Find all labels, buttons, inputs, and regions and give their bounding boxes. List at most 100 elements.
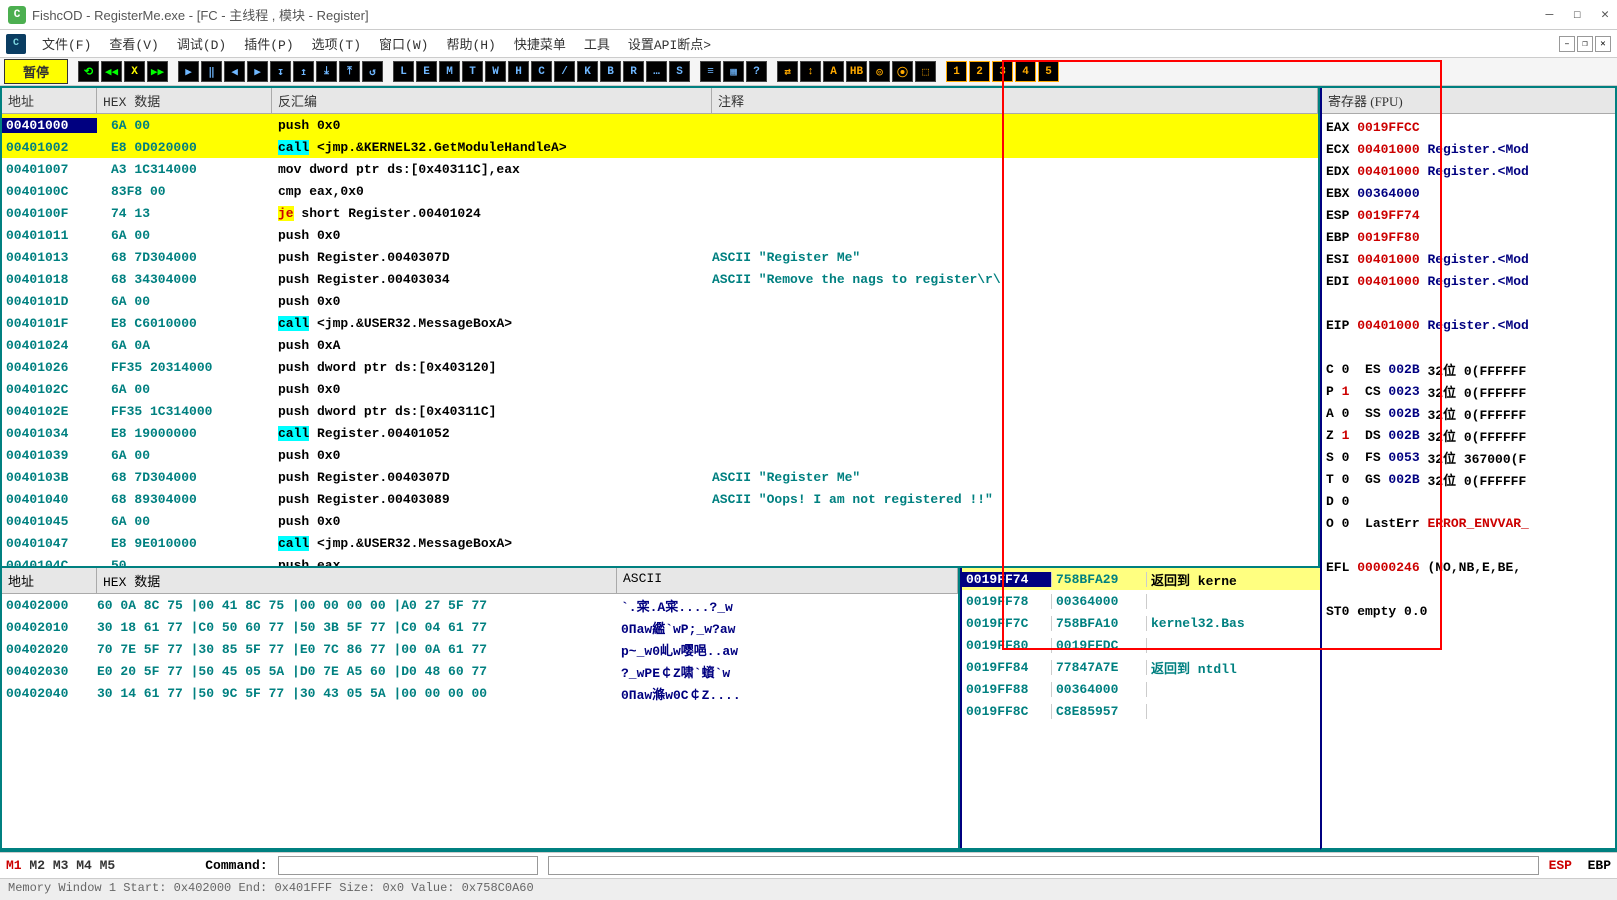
toolbar-button[interactable]: H xyxy=(508,61,529,82)
toolbar-button[interactable]: B xyxy=(600,61,621,82)
memory-tab[interactable]: M4 xyxy=(76,858,99,873)
toolbar-button[interactable]: ⤓ xyxy=(316,61,337,82)
toolbar-button[interactable]: ▶ xyxy=(178,61,199,82)
toolbar-button[interactable]: W xyxy=(485,61,506,82)
disasm-row[interactable]: 00401007A3 1C314000mov dword ptr ds:[0x4… xyxy=(2,158,1318,180)
register-line[interactable]: ECX 00401000 Register.<Mod xyxy=(1326,138,1611,160)
menu-item[interactable]: 选项(T) xyxy=(304,32,369,55)
toolbar-button[interactable]: HB xyxy=(846,61,867,82)
dump-row[interactable]: 0040204030 14 61 77 |50 9C 5F 77 |30 43 … xyxy=(2,682,958,704)
register-line[interactable]: ST0 empty 0.0 xyxy=(1326,600,1611,622)
stack-pane[interactable]: 0019FF74758BFA29返回到 kerne0019FF780036400… xyxy=(960,568,1320,848)
col-disasm[interactable]: 反汇编 xyxy=(272,88,712,113)
toolbar-button[interactable]: 4 xyxy=(1015,61,1036,82)
disasm-row[interactable]: 004010396A 00push 0x0 xyxy=(2,444,1318,466)
toolbar-button[interactable]: ◀ xyxy=(224,61,245,82)
toolbar-button[interactable]: 2 xyxy=(969,61,990,82)
menu-item[interactable]: 帮助(H) xyxy=(438,32,503,55)
register-line[interactable]: C 0 ES 002B 32位 0(FFFFFF xyxy=(1326,358,1611,380)
toolbar-button[interactable]: ↺ xyxy=(362,61,383,82)
toolbar-button[interactable]: ◎ xyxy=(869,61,890,82)
menu-item[interactable]: 工具 xyxy=(576,32,618,55)
toolbar-button[interactable]: ↕ xyxy=(800,61,821,82)
mdi-min-icon[interactable]: – xyxy=(1559,36,1575,52)
menu-item[interactable]: 快捷菜单 xyxy=(506,32,574,55)
disasm-row[interactable]: 0040101D6A 00push 0x0 xyxy=(2,290,1318,312)
stack-row[interactable]: 0019FF8800364000 xyxy=(962,678,1320,700)
disassembly-pane[interactable]: 地址 HEX 数据 反汇编 注释 004010006A 00push 0x000… xyxy=(2,88,1320,568)
register-line[interactable]: S 0 FS 0053 32位 367000(F xyxy=(1326,446,1611,468)
disasm-row[interactable]: 0040104C50push eax xyxy=(2,554,1318,566)
stack-row[interactable]: 0019FF800019FFDC xyxy=(962,634,1320,656)
dump-pane[interactable]: 地址 HEX 数据 ASCII 0040200060 0A 8C 75 |00 … xyxy=(2,568,960,848)
col-comment[interactable]: 注释 xyxy=(712,88,1318,113)
toolbar-button[interactable]: 3 xyxy=(992,61,1013,82)
toolbar-button[interactable]: ▦ xyxy=(723,61,744,82)
disasm-row[interactable]: 00401026FF35 20314000push dword ptr ds:[… xyxy=(2,356,1318,378)
dump-col-ascii[interactable]: ASCII xyxy=(617,568,958,593)
col-address[interactable]: 地址 xyxy=(2,88,97,113)
registers-pane[interactable]: 寄存器 (FPU) EAX 0019FFCCECX 00401000 Regis… xyxy=(1320,88,1615,850)
menu-item[interactable]: 查看(V) xyxy=(101,32,166,55)
memory-tab[interactable]: M5 xyxy=(100,858,116,873)
disasm-row[interactable]: 0040101868 34304000push Register.0040303… xyxy=(2,268,1318,290)
toolbar-button[interactable]: ? xyxy=(746,61,767,82)
dump-row[interactable]: 0040200060 0A 8C 75 |00 41 8C 75 |00 00 … xyxy=(2,594,958,616)
toolbar-button[interactable]: R xyxy=(623,61,644,82)
toolbar-button[interactable]: ⬚ xyxy=(915,61,936,82)
toolbar-button[interactable]: ◀◀ xyxy=(101,61,122,82)
disasm-row[interactable]: 0040104068 89304000push Register.0040308… xyxy=(2,488,1318,510)
register-line[interactable]: EDI 00401000 Register.<Mod xyxy=(1326,270,1611,292)
register-line[interactable]: D 0 xyxy=(1326,490,1611,512)
stack-row[interactable]: 0019FF8477847A7E返回到 ntdll xyxy=(962,656,1320,678)
disasm-row[interactable]: 004010456A 00push 0x0 xyxy=(2,510,1318,532)
menu-item[interactable]: 设置API断点> xyxy=(620,32,719,55)
disasm-row[interactable]: 00401002E8 0D020000call <jmp.&KERNEL32.G… xyxy=(2,136,1318,158)
toolbar-button[interactable]: X xyxy=(124,61,145,82)
stack-row[interactable]: 0019FF7C758BFA10kernel32.Bas xyxy=(962,612,1320,634)
toolbar-button[interactable]: … xyxy=(646,61,667,82)
menu-item[interactable]: 调试(D) xyxy=(169,32,234,55)
toolbar-button[interactable]: C xyxy=(531,61,552,82)
toolbar-button[interactable]: ↥ xyxy=(293,61,314,82)
toolbar-button[interactable]: ⟲ xyxy=(78,61,99,82)
disasm-row[interactable]: 0040100C83F8 00cmp eax,0x0 xyxy=(2,180,1318,202)
register-line[interactable]: EAX 0019FFCC xyxy=(1326,116,1611,138)
toolbar-button[interactable]: 1 xyxy=(946,61,967,82)
dump-row[interactable]: 0040202070 7E 5F 77 |30 85 5F 77 |E0 7C … xyxy=(2,638,958,660)
disasm-row[interactable]: 0040101368 7D304000push Register.0040307… xyxy=(2,246,1318,268)
stack-row[interactable]: 0019FF7800364000 xyxy=(962,590,1320,612)
register-line[interactable] xyxy=(1326,292,1611,314)
close-icon[interactable]: ✕ xyxy=(1601,7,1609,22)
stack-row[interactable]: 0019FF8CC8E85957 xyxy=(962,700,1320,722)
toolbar-button[interactable]: ⤒ xyxy=(339,61,360,82)
dump-row[interactable]: 0040201030 18 61 77 |C0 50 60 77 |50 3B … xyxy=(2,616,958,638)
toolbar-button[interactable]: ‖ xyxy=(201,61,222,82)
toolbar-button[interactable]: A xyxy=(823,61,844,82)
toolbar-button[interactable]: K xyxy=(577,61,598,82)
disasm-row[interactable]: 004010006A 00push 0x0 xyxy=(2,114,1318,136)
toolbar-button[interactable]: L xyxy=(393,61,414,82)
toolbar-button[interactable]: 5 xyxy=(1038,61,1059,82)
toolbar-button[interactable]: / xyxy=(554,61,575,82)
register-line[interactable]: EDX 00401000 Register.<Mod xyxy=(1326,160,1611,182)
memory-tab[interactable]: M1 xyxy=(6,858,29,873)
register-line[interactable]: EBX 00364000 xyxy=(1326,182,1611,204)
dump-row[interactable]: 00402030E0 20 5F 77 |50 45 05 5A |D0 7E … xyxy=(2,660,958,682)
register-line[interactable] xyxy=(1326,578,1611,600)
maximize-icon[interactable]: ☐ xyxy=(1573,7,1581,22)
register-line[interactable]: A 0 SS 002B 32位 0(FFFFFF xyxy=(1326,402,1611,424)
register-line[interactable]: EIP 00401000 Register.<Mod xyxy=(1326,314,1611,336)
register-line[interactable]: ESP 0019FF74 xyxy=(1326,204,1611,226)
toolbar-button[interactable]: T xyxy=(462,61,483,82)
toolbar-button[interactable]: ▶ xyxy=(247,61,268,82)
disasm-row[interactable]: 0040100F74 13je short Register.00401024 xyxy=(2,202,1318,224)
register-line[interactable]: P 1 CS 0023 32位 0(FFFFFF xyxy=(1326,380,1611,402)
register-line[interactable]: EBP 0019FF80 xyxy=(1326,226,1611,248)
toolbar-button[interactable]: ≡ xyxy=(700,61,721,82)
disasm-row[interactable]: 004010246A 0Apush 0xA xyxy=(2,334,1318,356)
command-aux-input[interactable] xyxy=(548,856,1539,875)
stack-body[interactable]: 0019FF74758BFA29返回到 kerne0019FF780036400… xyxy=(962,568,1320,848)
disasm-body[interactable]: 004010006A 00push 0x000401002E8 0D020000… xyxy=(2,114,1318,566)
toolbar-button[interactable]: S xyxy=(669,61,690,82)
